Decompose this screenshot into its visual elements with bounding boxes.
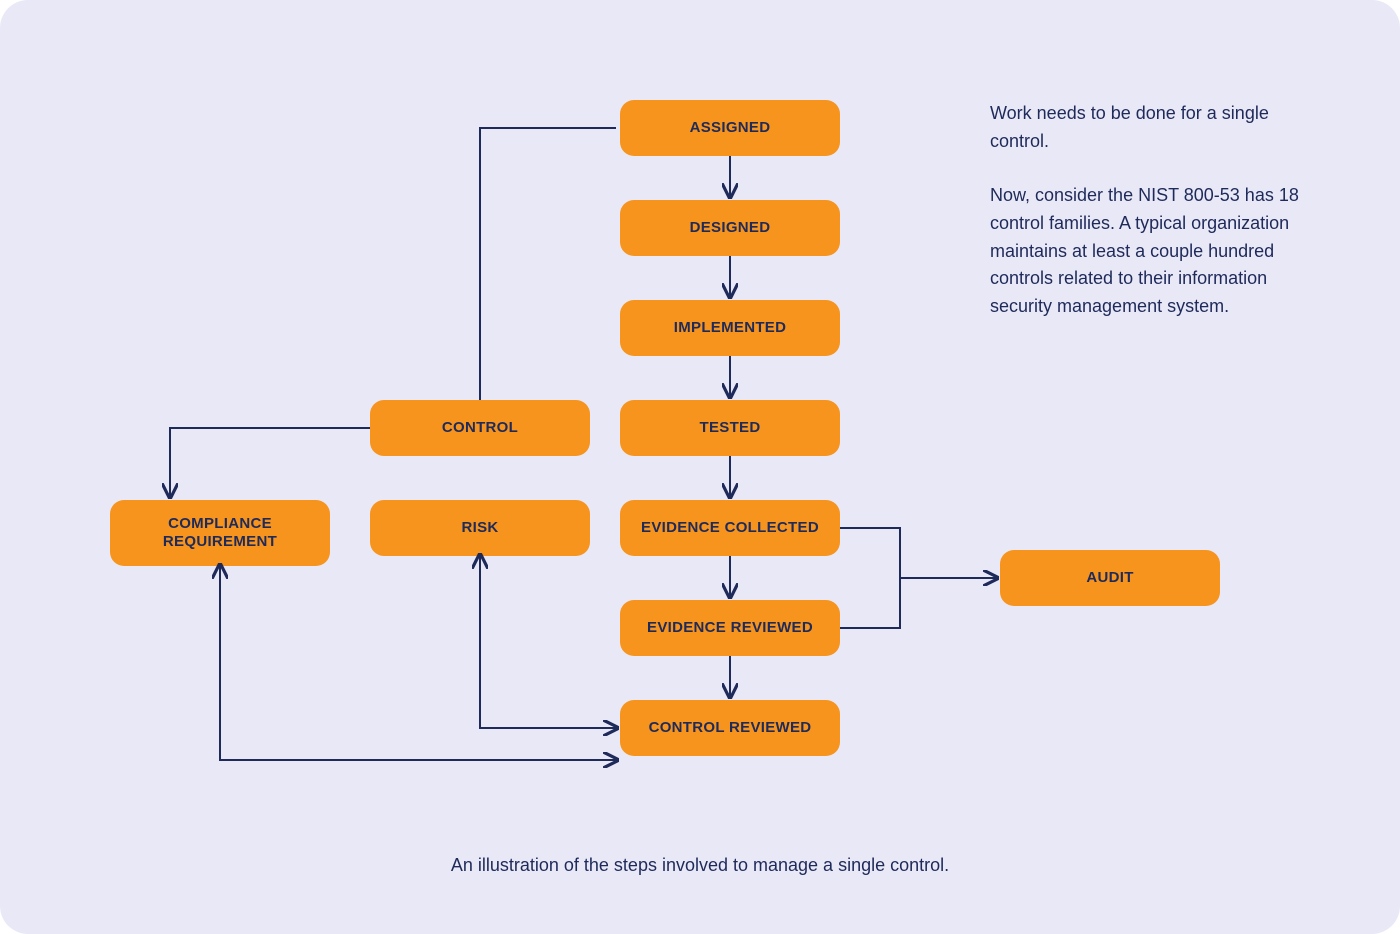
node-evidence-reviewed: EVIDENCE REVIEWED	[620, 600, 840, 656]
node-designed: DESIGNED	[620, 200, 840, 256]
diagram-canvas: ASSIGNED DESIGNED IMPLEMENTED TESTED EVI…	[0, 0, 1400, 934]
node-control-reviewed: CONTROL REVIEWED	[620, 700, 840, 756]
node-assigned: ASSIGNED	[620, 100, 840, 156]
side-text-p2: Now, consider the NIST 800-53 has 18 con…	[990, 182, 1300, 321]
node-audit: AUDIT	[1000, 550, 1220, 606]
node-compliance-requirement: COMPLIANCE REQUIREMENT	[110, 500, 330, 566]
side-text-p1: Work needs to be done for a single contr…	[990, 100, 1300, 156]
node-control: CONTROL	[370, 400, 590, 456]
side-text: Work needs to be done for a single contr…	[990, 100, 1300, 347]
node-tested: TESTED	[620, 400, 840, 456]
node-risk: RISK	[370, 500, 590, 556]
node-implemented: IMPLEMENTED	[620, 300, 840, 356]
caption: An illustration of the steps involved to…	[0, 855, 1400, 876]
node-evidence-collected: EVIDENCE COLLECTED	[620, 500, 840, 556]
